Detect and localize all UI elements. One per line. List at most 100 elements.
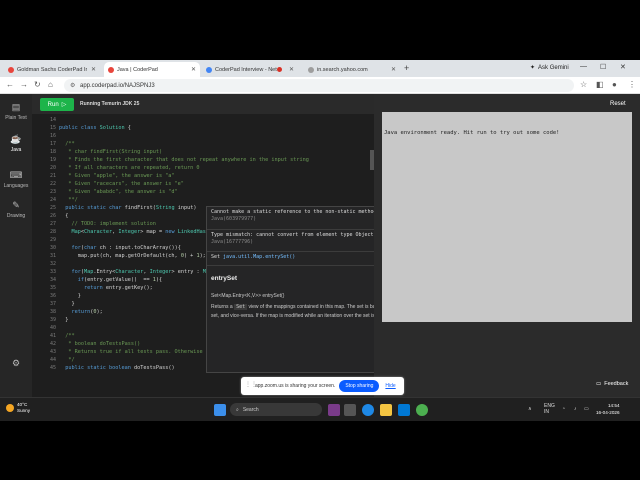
run-button[interactable]: Run ▷ <box>40 98 74 111</box>
play-icon: ▷ <box>61 102 67 108</box>
taskbar-search[interactable]: ⌕ Search <box>230 403 322 416</box>
tab-goldman-sachs[interactable]: Goldman Sachs CoderPad Inte ✕ <box>4 62 100 77</box>
code-line[interactable]: * Given "ababdc", the answer is "d" <box>59 188 177 196</box>
stop-sharing-button[interactable]: Stop sharing <box>339 380 380 392</box>
nav-item-plain-text[interactable]: ▤ Plain Text <box>0 102 32 121</box>
close-icon[interactable]: ✕ <box>91 66 96 73</box>
code-line[interactable]: * Finds the first character that does no… <box>59 156 309 164</box>
close-icon[interactable]: ✕ <box>191 66 196 73</box>
code-line[interactable]: * If all characters are repeated, return… <box>59 164 199 172</box>
code-line[interactable]: // TODO: implement solution <box>59 220 155 228</box>
close-window-icon[interactable]: ✕ <box>620 63 626 71</box>
task-view-icon[interactable] <box>344 404 356 416</box>
code-line[interactable]: public class Solution { <box>59 124 131 132</box>
tab-favicon <box>206 66 212 73</box>
gemini-icon: ✦ <box>530 65 536 71</box>
line-number: 26 <box>49 213 56 219</box>
windows-start-icon[interactable] <box>214 404 226 416</box>
line-number: 21 <box>49 173 56 179</box>
code-line[interactable]: public static boolean doTestsPass() <box>59 364 174 372</box>
new-tab-button[interactable]: + <box>404 63 409 73</box>
site-info-icon[interactable]: ⚙ <box>70 82 75 89</box>
console[interactable]: Java environment ready. Hit run to try o… <box>382 112 632 322</box>
doc-heading: entrySet <box>211 275 238 282</box>
volume-icon[interactable]: ♪ <box>574 406 577 412</box>
weather-widget[interactable]: 40°C Sunny <box>6 402 30 414</box>
menu-icon[interactable]: ⋮ <box>628 80 636 89</box>
code-line[interactable]: * Given "apple", the answer is "a" <box>59 172 174 180</box>
line-number: 15 <box>49 125 56 131</box>
maximize-icon[interactable]: ☐ <box>600 63 606 71</box>
code-line[interactable]: /** <box>59 332 74 340</box>
home-icon[interactable]: ⌂ <box>48 80 53 89</box>
star-icon[interactable]: ☆ <box>580 80 587 89</box>
extensions-icon[interactable]: ◧ <box>596 80 604 89</box>
code-line[interactable]: * Given "racecars", the answer is "e" <box>59 180 184 188</box>
code-line[interactable]: return entry.getKey(); <box>59 284 153 292</box>
code-line[interactable]: } <box>59 316 68 324</box>
reload-icon[interactable]: ↻ <box>34 80 41 89</box>
code-line[interactable]: /** <box>59 140 74 148</box>
wifi-icon[interactable]: ◔ <box>562 406 565 412</box>
forward-arrow-icon[interactable]: → <box>20 80 28 89</box>
code-line[interactable]: } <box>59 300 74 308</box>
line-number: 25 <box>49 205 56 211</box>
doc-text: Returns a <box>211 304 233 310</box>
line-number: 16 <box>49 133 56 139</box>
line-number: 37 <box>49 301 56 307</box>
battery-icon[interactable]: ▭ <box>584 406 589 412</box>
code-line[interactable]: if(entry.getValue() == 1){ <box>59 276 162 284</box>
ref-link[interactable]: java.util.Map.entrySet() <box>223 254 295 260</box>
line-number: 30 <box>49 245 56 251</box>
code-line[interactable]: public static char findFirst(String inpu… <box>59 204 196 212</box>
nav-item-languages[interactable]: ⌨ Languages <box>0 170 32 189</box>
code-line[interactable]: map.put(ch, map.getOrDefault(ch, 0) + 1)… <box>59 252 206 260</box>
feedback-button[interactable]: ▭ Feedback <box>596 381 628 387</box>
app-icon[interactable] <box>328 404 340 416</box>
minimize-icon[interactable]: — <box>580 63 587 70</box>
language-indicator[interactable]: ENG IN <box>544 403 555 415</box>
tab-yahoo-search[interactable]: in.search.yahoo.com ✕ <box>304 62 400 77</box>
code-line[interactable]: return(0); <box>59 308 103 316</box>
drag-handle-icon[interactable]: ⋮⋮ <box>245 381 257 391</box>
line-number: 19 <box>49 157 56 163</box>
profile-icon[interactable]: ● <box>612 80 617 89</box>
nav-item-drawing[interactable]: ✎ Drawing <box>0 200 32 219</box>
line-number: 35 <box>49 285 56 291</box>
drawing-icon: ✎ <box>12 200 20 210</box>
line-number: 36 <box>49 293 56 299</box>
doc-signature: Set<Map.Entry<K,V>> entrySet() <box>211 293 285 299</box>
tab-java-coderpad[interactable]: Java | CoderPad ✕ <box>104 62 200 77</box>
code-line[interactable]: } <box>59 292 81 300</box>
line-number: 39 <box>49 317 56 323</box>
line-number: 22 <box>49 181 56 187</box>
code-line[interactable]: */ <box>59 356 74 364</box>
reset-button[interactable]: Reset <box>610 101 626 107</box>
chrome-icon[interactable] <box>416 404 428 416</box>
settings-button[interactable]: ⚙ <box>0 358 32 371</box>
ask-gemini-button[interactable]: ✦ Ask Gemini <box>530 64 569 72</box>
clock[interactable]: 14:54 16-04-2026 <box>596 402 620 416</box>
coderpad-app: ▤ Plain Text ☕ Java ⌨ Languages ✎ Drawin… <box>0 94 640 397</box>
tab-coderpad-interview[interactable]: CoderPad Interview - Netw ✕ <box>202 62 298 77</box>
address-row: ← → ↻ ⌂ ⚙ app.coderpad.io/NAJSPNJ3 ☆ ◧ ●… <box>0 77 640 94</box>
chevron-up-icon[interactable]: ∧ <box>528 406 532 412</box>
line-number: 14 <box>49 117 56 123</box>
code-line[interactable]: for(char ch : input.toCharArray()){ <box>59 244 181 252</box>
hide-button[interactable]: Hide <box>385 383 395 389</box>
close-icon[interactable]: ✕ <box>391 66 396 73</box>
file-explorer-icon[interactable] <box>380 404 392 416</box>
code-line[interactable]: { <box>59 212 68 220</box>
tab-label: Java | CoderPad <box>117 66 158 73</box>
close-icon[interactable]: ✕ <box>289 66 294 73</box>
code-line[interactable]: * char findFirst(String input) <box>59 148 162 156</box>
edge-icon[interactable] <box>362 404 374 416</box>
gear-icon: ⚙ <box>11 358 21 368</box>
store-icon[interactable] <box>398 404 410 416</box>
back-arrow-icon[interactable]: ← <box>6 80 14 89</box>
nav-item-java[interactable]: ☕ Java <box>0 134 32 153</box>
address-bar[interactable]: ⚙ app.coderpad.io/NAJSPNJ3 <box>64 79 574 92</box>
code-line[interactable]: * boolean doTestsPass() <box>59 340 140 348</box>
code-line[interactable]: **/ <box>59 196 77 204</box>
line-number: 17 <box>49 141 56 147</box>
